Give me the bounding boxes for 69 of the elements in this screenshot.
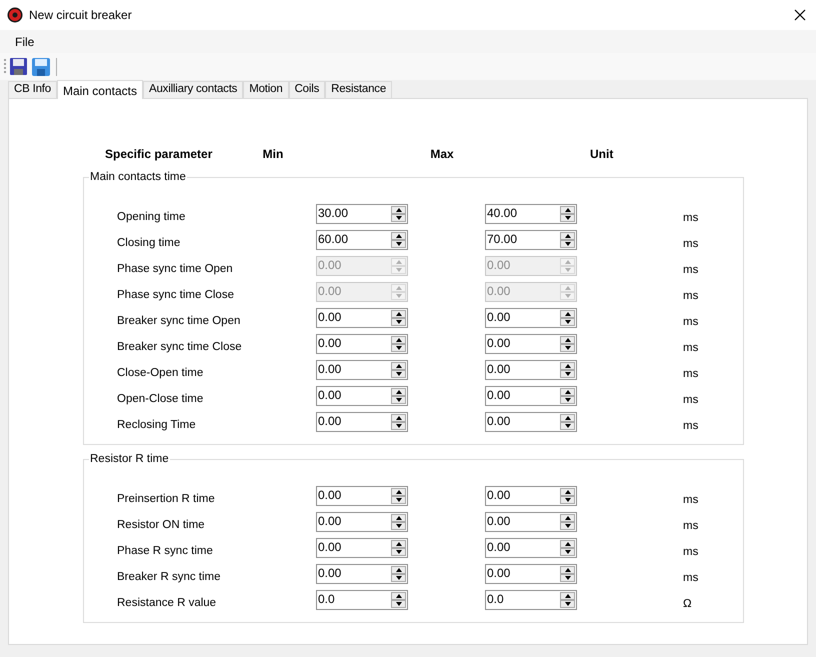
spin-box[interactable]: 0.00 (485, 512, 577, 532)
unit-label: ms (683, 419, 698, 434)
spin-box[interactable]: 0.00 (316, 486, 408, 506)
spin-box[interactable]: 70.00 (485, 230, 577, 250)
tab[interactable]: Coils (288, 81, 326, 98)
field-label: Breaker R sync time (117, 570, 221, 585)
spin-box[interactable]: 0.00 (316, 386, 408, 406)
field-label: Close-Open time (117, 366, 204, 381)
grip-icon (3, 58, 6, 76)
tab[interactable]: Auxilliary contacts (143, 81, 244, 98)
spin-box[interactable]: 30.00 (316, 204, 408, 224)
field-label: Breaker sync time Close (117, 340, 242, 355)
unit-label: ms (683, 393, 698, 408)
field-label: Resistance R value (117, 596, 216, 611)
unit-label: ms (683, 493, 698, 508)
field-label: Preinsertion R time (117, 492, 215, 507)
column-header: Min (262, 146, 284, 163)
unit-label: ms (683, 315, 698, 330)
menu-item[interactable]: File (8, 30, 42, 52)
spin-box[interactable]: 0.00 (485, 386, 577, 406)
spin-box[interactable]: 0.00 (316, 538, 408, 558)
app-icon (7, 7, 23, 23)
spin-box[interactable]: 0.00 (485, 334, 577, 354)
unit-label: ms (683, 263, 698, 278)
field-label: Phase R sync time (117, 544, 213, 559)
spin-box[interactable]: 0.00 (485, 564, 577, 584)
tab[interactable]: Motion (243, 81, 289, 98)
unit-label: ms (683, 211, 698, 226)
spin-box[interactable]: 0.00 (485, 412, 577, 432)
spin-box[interactable]: 0.00 (485, 308, 577, 328)
column-header: Unit (590, 146, 614, 163)
field-label: Opening time (117, 210, 186, 225)
spin-box[interactable]: 60.00 (316, 230, 408, 250)
column-header: Max (429, 146, 455, 163)
spin-box[interactable]: 0.0 (485, 590, 577, 610)
field-label: Closing time (117, 236, 180, 251)
column-header: Specific parameter (104, 146, 214, 163)
unit-label: ms (683, 367, 698, 382)
field-label: Phase sync time Close (117, 288, 234, 303)
field-label: Open-Close time (117, 392, 204, 407)
unit-label: ms (683, 545, 698, 560)
unit-label: ms (683, 519, 698, 534)
spin-box[interactable]: 40.00 (485, 204, 577, 224)
unit-label: ms (683, 289, 698, 304)
window-title: New circuit breaker (29, 7, 132, 24)
field-label: Phase sync time Open (117, 262, 233, 277)
spin-box[interactable]: 0.00 (316, 512, 408, 532)
unit-label: Ω (683, 597, 692, 612)
spin-box[interactable]: 0.00 (485, 360, 577, 380)
unit-label: ms (683, 571, 698, 586)
spin-box[interactable]: 0.00 (316, 412, 408, 432)
unit-label: ms (683, 341, 698, 356)
spin-box[interactable]: 0.00 (316, 564, 408, 584)
spin-box[interactable]: 0.00 (316, 334, 408, 354)
close-icon[interactable] (794, 9, 806, 21)
field-label: Reclosing Time (117, 418, 196, 433)
tab[interactable]: Resistance (325, 81, 392, 98)
tab[interactable]: CB Info (8, 81, 57, 98)
spin-box[interactable]: 0.0 (316, 590, 408, 610)
field-label: Resistor ON time (117, 518, 205, 533)
spin-box[interactable]: 0.00 (485, 538, 577, 558)
field-label: Breaker sync time Open (117, 314, 240, 329)
save-icon[interactable] (31, 56, 51, 76)
spin-box[interactable]: 0.00 (485, 486, 577, 506)
unit-label: ms (683, 237, 698, 252)
tab[interactable]: Main contacts (56, 80, 143, 99)
save-icon[interactable] (9, 57, 28, 76)
spin-box[interactable]: 0.00 (316, 308, 408, 328)
spin-box[interactable]: 0.00 (316, 360, 408, 380)
